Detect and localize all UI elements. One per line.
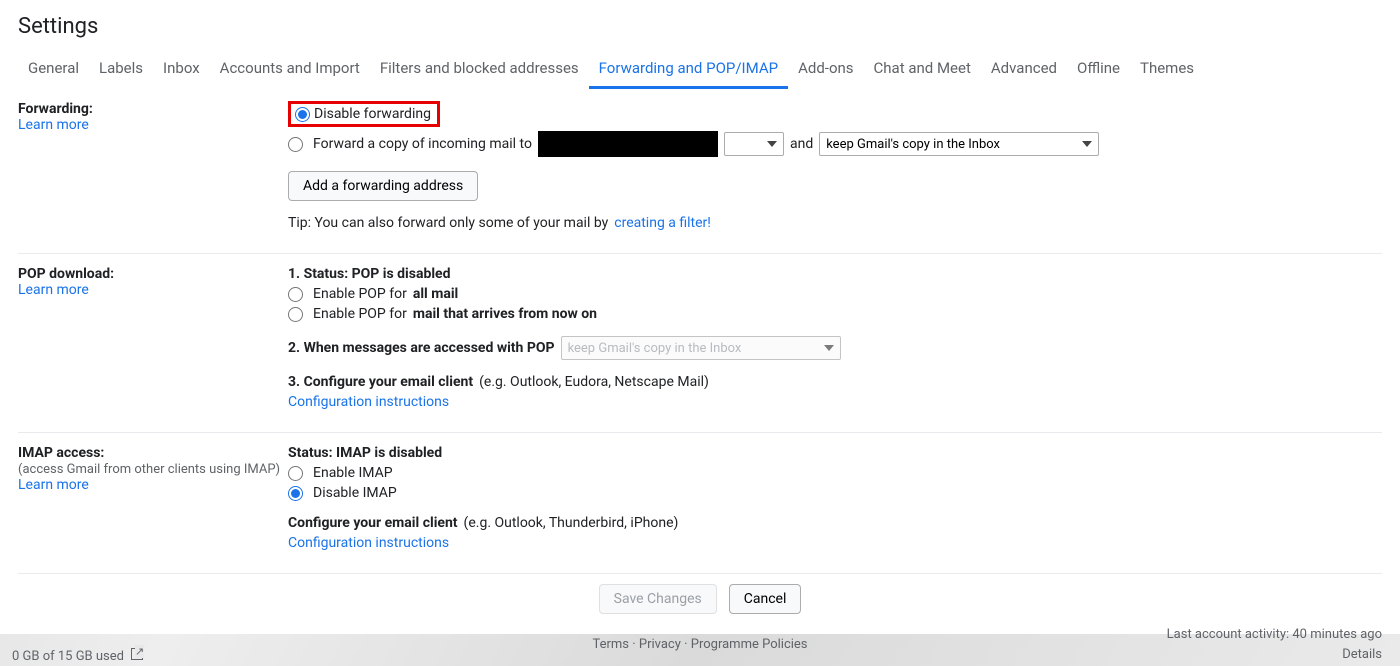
forwarding-learn-more-link[interactable]: Learn more	[18, 117, 89, 133]
pop-learn-more-link[interactable]: Learn more	[18, 282, 89, 298]
last-activity-text: Last account activity: 40 minutes ago	[1167, 627, 1382, 642]
tab-inbox[interactable]: Inbox	[153, 49, 210, 89]
imap-label: IMAP access:	[18, 445, 104, 461]
radio-disable-forwarding-label: Disable forwarding	[314, 106, 431, 122]
tab-general[interactable]: General	[18, 49, 89, 89]
radio-pop-now-prefix: Enable POP for	[313, 306, 407, 322]
radio-forward-copy-label: Forward a copy of incoming mail to	[313, 136, 532, 152]
imap-config-instructions-link[interactable]: Configuration instructions	[288, 535, 449, 551]
imap-learn-more-link[interactable]: Learn more	[18, 477, 89, 493]
details-link[interactable]: Details	[1342, 647, 1382, 662]
tab-chat-meet[interactable]: Chat and Meet	[864, 49, 981, 89]
section-imap: IMAP access: (access Gmail from other cl…	[18, 433, 1382, 574]
tab-themes[interactable]: Themes	[1130, 49, 1204, 89]
forwarding-tip-text: Tip: You can also forward only some of y…	[288, 215, 608, 231]
forward-action-select[interactable]: keep Gmail's copy in the Inbox	[819, 132, 1099, 156]
imap-status-prefix: Status:	[288, 445, 336, 461]
radio-forward-copy[interactable]	[288, 137, 303, 152]
imap-config-rest: (e.g. Outlook, Thunderbird, iPhone)	[464, 515, 679, 531]
pop-label: POP download:	[18, 266, 114, 282]
cancel-button[interactable]: Cancel	[729, 584, 802, 614]
radio-pop-all-prefix: Enable POP for	[313, 286, 407, 302]
radio-disable-imap-label: Disable IMAP	[313, 485, 397, 501]
pop-step3-rest: (e.g. Outlook, Eudora, Netscape Mail)	[479, 374, 709, 390]
disable-forwarding-highlight: Disable forwarding	[288, 101, 440, 127]
radio-enable-imap-label: Enable IMAP	[313, 465, 393, 481]
radio-pop-all-bold: all mail	[413, 286, 458, 302]
radio-pop-now-bold: mail that arrives from now on	[413, 306, 597, 322]
tab-filters[interactable]: Filters and blocked addresses	[370, 49, 589, 89]
imap-sublabel: (access Gmail from other clients using I…	[18, 462, 280, 477]
open-in-new-icon[interactable]	[131, 648, 143, 660]
forward-address-select[interactable]	[724, 132, 784, 156]
pop-status-prefix: 1. Status:	[288, 266, 352, 282]
radio-disable-imap[interactable]	[288, 486, 303, 501]
section-pop: POP download: Learn more 1. Status: POP …	[18, 254, 1382, 433]
page-title: Settings	[18, 14, 1382, 39]
tab-offline[interactable]: Offline	[1067, 49, 1130, 89]
pop-status-value: POP is disabled	[352, 266, 451, 282]
tab-advanced[interactable]: Advanced	[981, 49, 1067, 89]
add-forwarding-address-button[interactable]: Add a forwarding address	[288, 171, 478, 201]
radio-enable-imap[interactable]	[288, 466, 303, 481]
tab-forwarding-pop-imap[interactable]: Forwarding and POP/IMAP	[589, 49, 788, 89]
radio-disable-forwarding[interactable]	[295, 107, 310, 122]
section-forwarding: Forwarding: Learn more Disable forwardin…	[18, 89, 1382, 254]
tab-accounts[interactable]: Accounts and Import	[210, 49, 370, 89]
imap-config-bold: Configure your email client	[288, 515, 458, 531]
and-text: and	[790, 136, 813, 152]
forward-address-redacted	[538, 131, 718, 157]
storage-text: 0 GB of 15 GB used	[12, 649, 124, 664]
radio-pop-all-mail[interactable]	[288, 287, 303, 302]
tab-labels[interactable]: Labels	[89, 49, 153, 89]
creating-filter-link[interactable]: creating a filter!	[614, 215, 711, 231]
radio-pop-now-on[interactable]	[288, 307, 303, 322]
tab-addons[interactable]: Add-ons	[788, 49, 863, 89]
pop-step3-bold: 3. Configure your email client	[288, 374, 473, 390]
settings-tabs: General Labels Inbox Accounts and Import…	[0, 49, 1400, 89]
imap-status-value: IMAP is disabled	[336, 445, 442, 461]
footer-right: Last account activity: 40 minutes ago De…	[1167, 625, 1382, 664]
pop-action-select: keep Gmail's copy in the Inbox	[561, 336, 841, 360]
save-changes-button: Save Changes	[599, 584, 717, 614]
footer-left: 0 GB of 15 GB used	[12, 648, 143, 664]
forwarding-label: Forwarding:	[18, 101, 93, 117]
pop-config-instructions-link[interactable]: Configuration instructions	[288, 394, 449, 410]
pop-step2-label: 2. When messages are accessed with POP	[288, 340, 555, 356]
